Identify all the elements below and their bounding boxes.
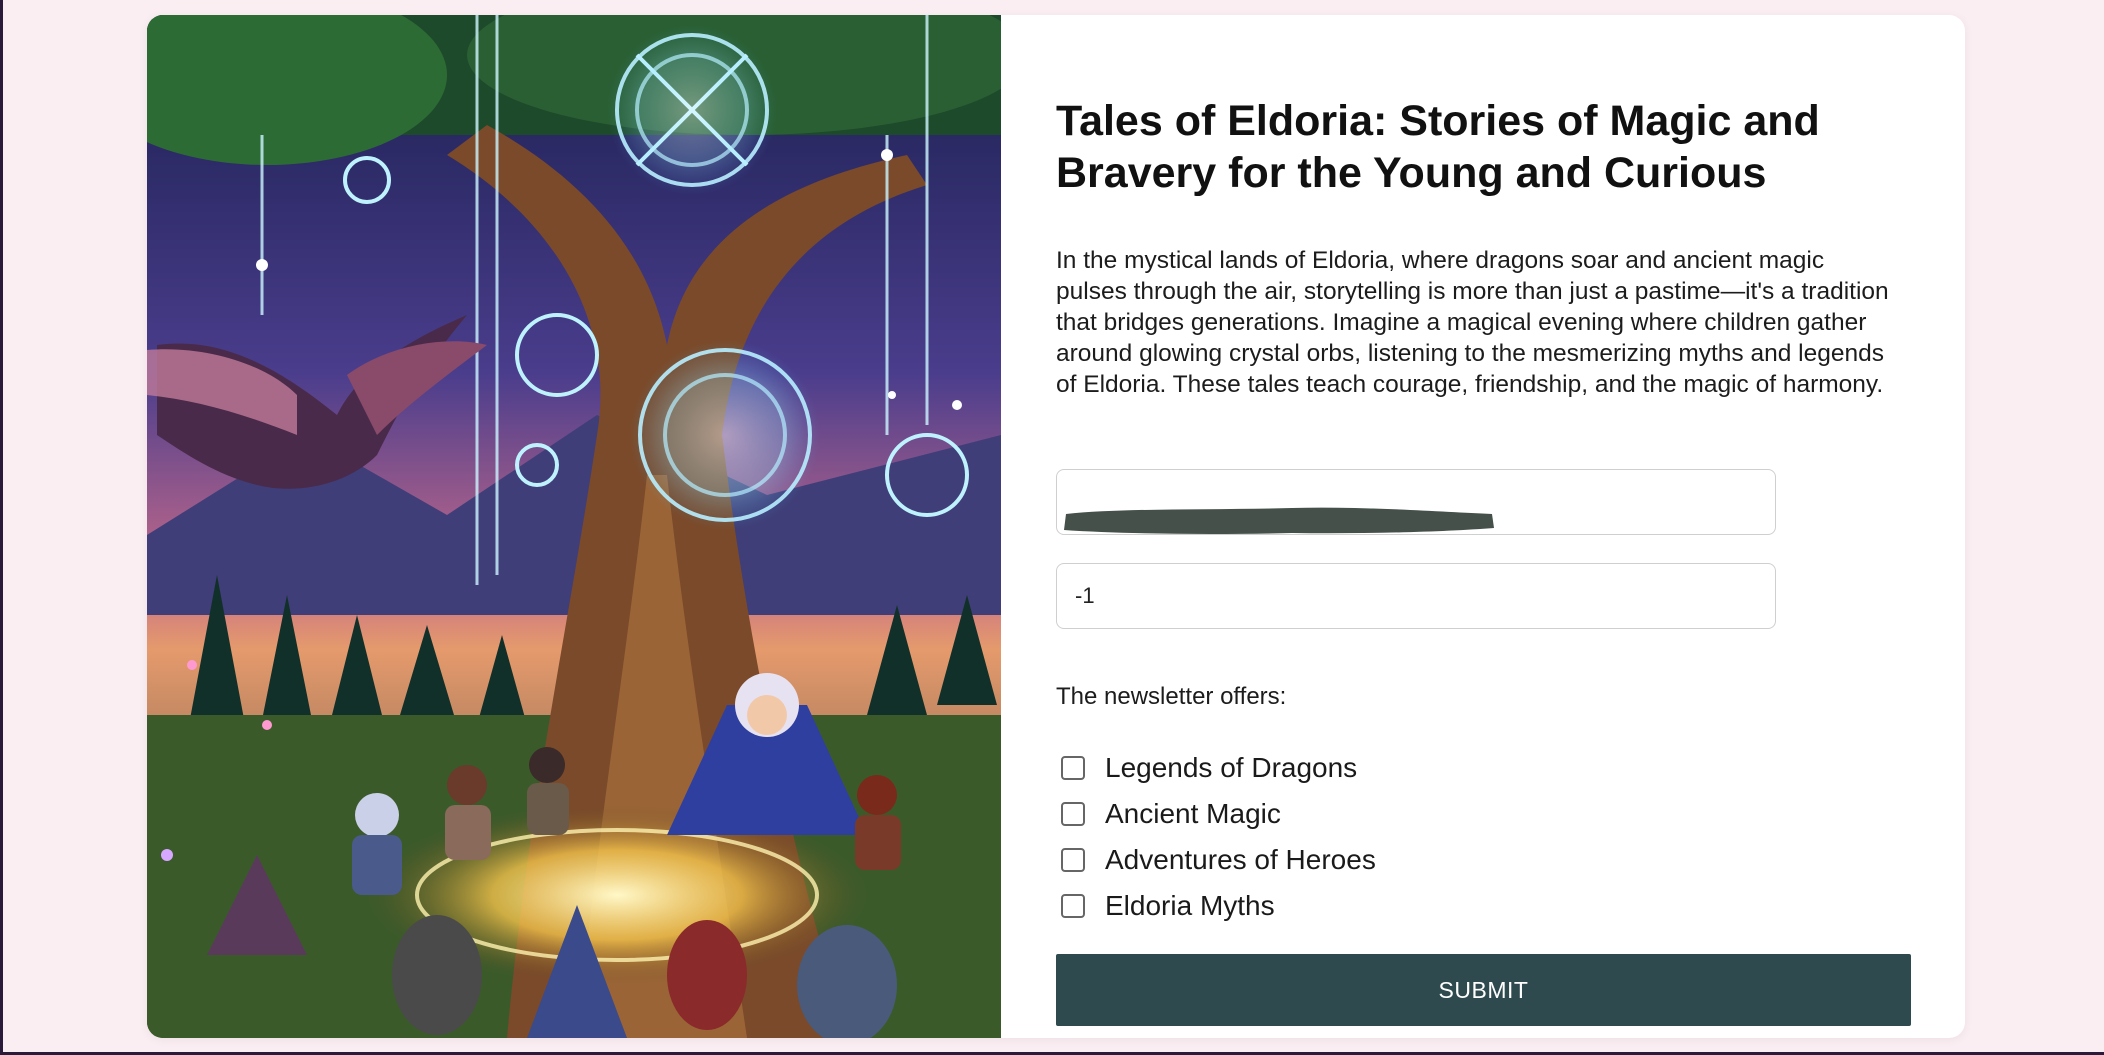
hero-illustration bbox=[147, 15, 1001, 1038]
option-ancient-magic[interactable]: Ancient Magic bbox=[1061, 791, 1376, 837]
newsletter-offers-label: The newsletter offers: bbox=[1056, 683, 1287, 710]
option-label: Legends of Dragons bbox=[1105, 752, 1358, 783]
option-label: Ancient Magic bbox=[1105, 798, 1281, 829]
name-input[interactable] bbox=[1056, 469, 1776, 535]
option-adventures-of-heroes[interactable]: Adventures of Heroes bbox=[1061, 837, 1376, 883]
page-title: Tales of Eldoria: Stories of Magic and B… bbox=[1056, 97, 1820, 197]
option-eldoria-myths[interactable]: Eldoria Myths bbox=[1061, 883, 1376, 929]
checkbox[interactable] bbox=[1061, 756, 1085, 780]
newsletter-options: Legends of Dragons Ancient Magic Adventu… bbox=[1061, 745, 1376, 929]
card: Tales of Eldoria: Stories of Magic and B… bbox=[147, 15, 1965, 1038]
article-description: In the mystical lands of Eldoria, where … bbox=[1056, 247, 1889, 398]
checkbox[interactable] bbox=[1061, 894, 1085, 918]
number-input[interactable] bbox=[1056, 563, 1776, 629]
submit-button[interactable]: SUBMIT bbox=[1056, 954, 1911, 1026]
checkbox[interactable] bbox=[1061, 802, 1085, 826]
option-legends-of-dragons[interactable]: Legends of Dragons bbox=[1061, 745, 1376, 791]
option-label: Eldoria Myths bbox=[1105, 890, 1275, 921]
option-label: Adventures of Heroes bbox=[1105, 844, 1376, 875]
checkbox[interactable] bbox=[1061, 848, 1085, 872]
content-column: Tales of Eldoria: Stories of Magic and B… bbox=[1056, 95, 1916, 400]
